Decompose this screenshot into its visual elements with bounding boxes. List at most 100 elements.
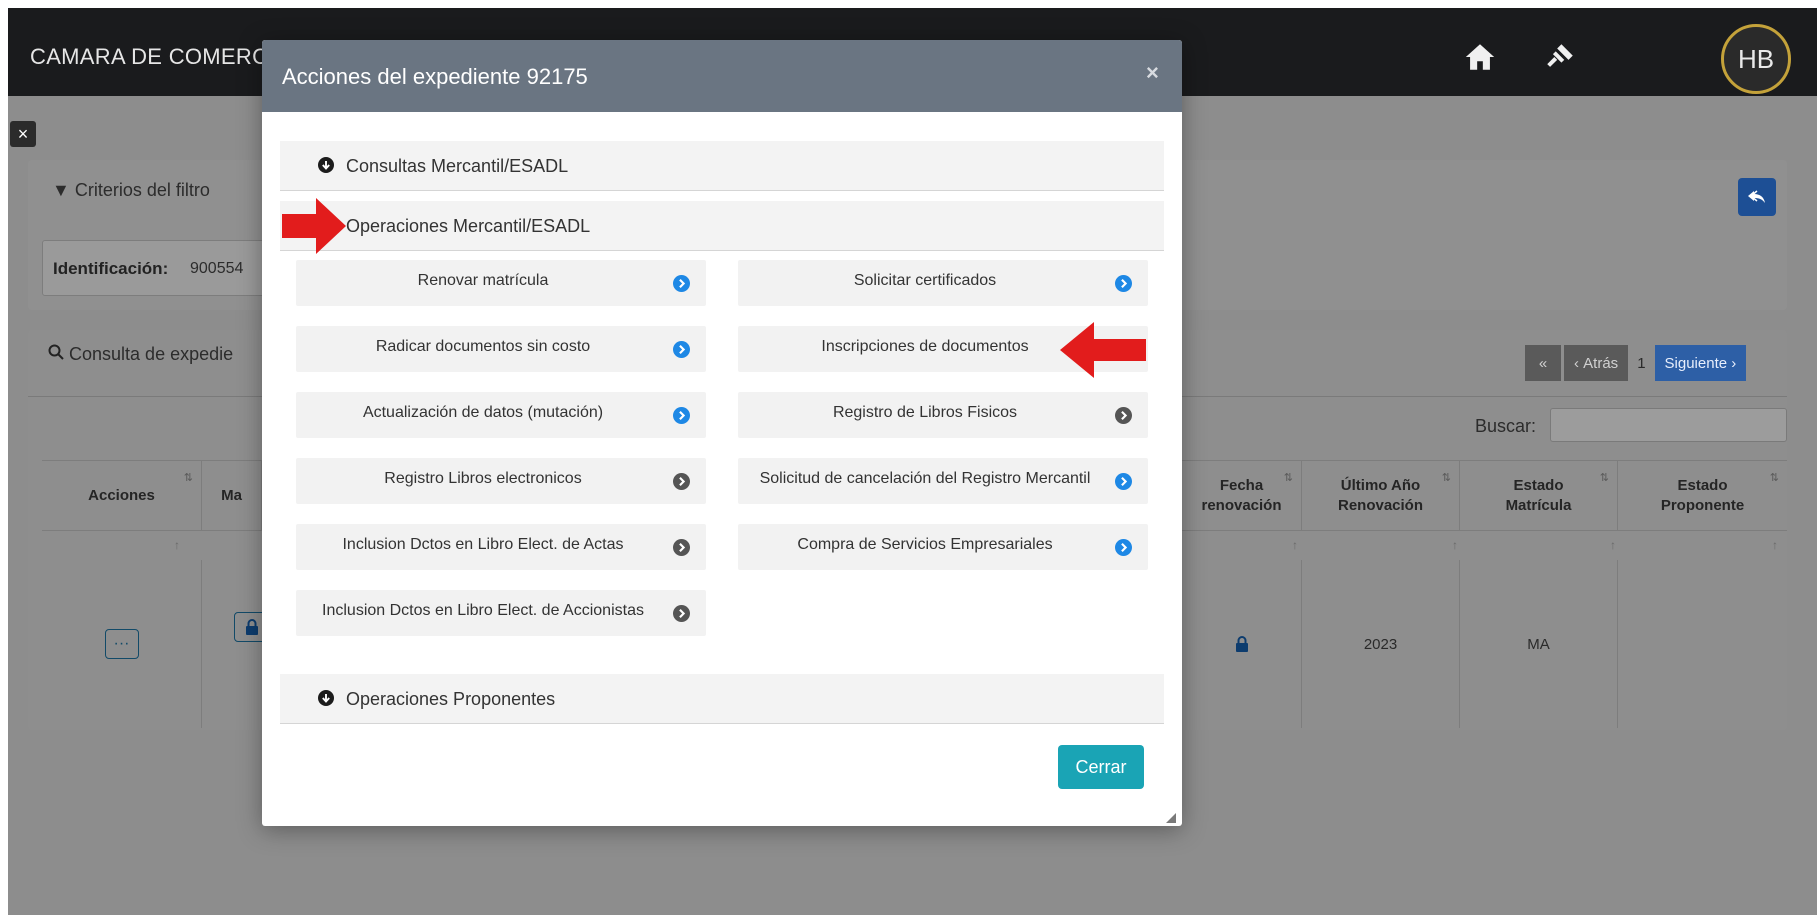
cell-estado-proponente — [1618, 560, 1787, 728]
op-actualizacion-datos[interactable]: Actualización de datos (mutación) — [296, 392, 706, 438]
share-button[interactable] — [1738, 178, 1776, 216]
lock-icon — [1235, 636, 1248, 652]
col-header-fecha-renovacion[interactable]: Fecha renovación ⇅ — [1182, 460, 1302, 530]
chevron-right-circle-icon — [673, 275, 690, 297]
results-card-title-text: Consulta de expedie — [69, 344, 234, 364]
sort-icon: ⇅ — [1599, 472, 1609, 484]
close-panel-button[interactable]: × — [10, 121, 36, 147]
app-title: CAMARA DE COMERCIO — [30, 44, 293, 69]
cell-estado-matricula: MA — [1460, 560, 1618, 728]
previous-page-label: Atrás — [1583, 354, 1619, 372]
circle-arrow-down-icon — [318, 690, 334, 711]
lock-icon — [246, 619, 258, 635]
col-header-estado-matricula[interactable]: Estado Matrícula ⇅ — [1460, 460, 1618, 530]
frame-left — [0, 0, 8, 915]
chevron-right-circle-icon — [673, 539, 690, 561]
filter-icon: ▼ — [52, 180, 70, 200]
search-label: Buscar: — [1475, 416, 1537, 436]
first-page-button[interactable]: « — [1525, 345, 1561, 381]
section-label: Operaciones Mercantil/ESADL — [346, 216, 591, 236]
section-consultas-mercantil[interactable]: Consultas Mercantil/ESADL — [280, 141, 1164, 191]
arrow-up-icon: ↑ — [1610, 538, 1616, 552]
results-card-title: Consulta de expedie — [48, 344, 233, 365]
col-header-matricula[interactable]: Ma — [202, 460, 262, 530]
current-page[interactable]: 1 — [1631, 345, 1651, 381]
arrow-up-icon: ↑ — [174, 538, 180, 552]
op-radicar-documentos[interactable]: Radicar documentos sin costo — [296, 326, 706, 372]
circle-arrow-down-icon — [318, 157, 334, 178]
chevron-right-icon: › — [1727, 354, 1737, 372]
next-page-button[interactable]: Siguiente › — [1654, 345, 1747, 381]
op-label: Registro Libros electronicos — [384, 470, 582, 487]
cell-fecha-renovacion — [1182, 560, 1302, 728]
close-icon: × — [1146, 60, 1159, 85]
chevron-right-circle-icon — [1115, 407, 1132, 429]
sort-icon: ⇅ — [1769, 472, 1779, 484]
cell-ultimo-anio: 2023 — [1302, 560, 1460, 728]
arrow-up-icon: ↑ — [1772, 538, 1778, 552]
op-registro-libros-fisicos[interactable]: Registro de Libros Fisicos — [738, 392, 1148, 438]
identificacion-value: 900554 — [190, 260, 244, 277]
home-icon[interactable] — [1463, 40, 1497, 74]
cerrar-button[interactable]: Cerrar — [1058, 745, 1144, 789]
section-label: Consultas Mercantil/ESADL — [346, 156, 569, 176]
annotation-arrow-right-icon — [282, 198, 346, 259]
modal-header: Acciones del expediente 92175 × — [262, 40, 1182, 112]
reply-all-icon — [1748, 190, 1765, 203]
previous-page-button[interactable]: ‹ Atrás — [1564, 345, 1629, 381]
op-compra-servicios[interactable]: Compra de Servicios Empresariales — [738, 524, 1148, 570]
sort-icon: ⇅ — [1283, 472, 1293, 484]
identificacion-box: Identificación: 900554 — [42, 240, 282, 296]
op-inclusion-libro-accionistas[interactable]: Inclusion Dctos en Libro Elect. de Accio… — [296, 590, 706, 636]
modal-close-button[interactable]: × — [1146, 60, 1159, 86]
op-label: Registro de Libros Fisicos — [832, 404, 1018, 421]
chevron-right-circle-icon — [673, 473, 690, 495]
user-avatar[interactable]: HB — [1721, 24, 1791, 94]
op-registro-libros-electronicos[interactable]: Registro Libros electronicos — [296, 458, 706, 504]
op-label: Inclusion Dctos en Libro Elect. de Actas — [342, 536, 624, 553]
col-header-acciones[interactable]: Acciones ⇅ — [42, 460, 202, 530]
op-renovar-matricula[interactable]: Renovar matrícula — [296, 260, 706, 306]
search-input[interactable] — [1550, 408, 1787, 442]
arrow-up-icon: ↑ — [1292, 538, 1298, 552]
cell-acciones: ··· — [42, 560, 202, 728]
op-label: Actualización de datos (mutación) — [362, 404, 604, 421]
chevron-left-icon: ‹ — [1574, 354, 1584, 372]
sort-icon: ⇅ — [1441, 472, 1451, 484]
chevron-right-circle-icon — [673, 341, 690, 363]
col-header-ultimo-anio[interactable]: Último Año Renovación ⇅ — [1302, 460, 1460, 530]
annotation-arrow-left-icon — [1060, 322, 1146, 383]
sort-icon: ⇅ — [183, 472, 193, 484]
op-solicitar-certificados[interactable]: Solicitar certificados — [738, 260, 1148, 306]
modal-title: Acciones del expediente 92175 — [282, 64, 588, 89]
op-label: Solicitar certificados — [853, 272, 997, 289]
pagination: « ‹ Atrás 1 Siguiente › — [1525, 345, 1747, 381]
expediente-actions-modal: Acciones del expediente 92175 × Consulta… — [262, 40, 1182, 826]
op-label: Solicitud de cancelación del Registro Me… — [759, 470, 1091, 487]
op-label: Inclusion Dctos en Libro Elect. de Accio… — [322, 602, 644, 619]
chevron-right-circle-icon — [673, 407, 690, 429]
section-operaciones-mercantil[interactable]: Operaciones Mercantil/ESADL — [280, 201, 1164, 251]
search-icon — [48, 344, 69, 364]
op-label: Renovar matrícula — [417, 272, 549, 289]
chevron-right-circle-icon — [1115, 539, 1132, 561]
op-label: Radicar documentos sin costo — [375, 338, 591, 355]
chevron-right-circle-icon — [1115, 275, 1132, 297]
op-label: Compra de Servicios Empresariales — [797, 536, 1053, 553]
next-page-label: Siguiente — [1664, 354, 1728, 372]
gavel-icon[interactable] — [1543, 40, 1577, 74]
op-inclusion-libro-actas[interactable]: Inclusion Dctos en Libro Elect. de Actas — [296, 524, 706, 570]
op-label: Inscripciones de documentos — [821, 338, 1029, 355]
section-operaciones-proponentes[interactable]: Operaciones Proponentes — [280, 674, 1164, 724]
filter-card-title: ▼ Criterios del filtro — [52, 180, 210, 201]
chevron-right-circle-icon — [1115, 473, 1132, 495]
section-label: Operaciones Proponentes — [346, 689, 556, 709]
col-header-estado-proponente[interactable]: Estado Proponente ⇅ — [1618, 460, 1787, 530]
frame-top — [0, 0, 1817, 8]
row-actions-button[interactable]: ··· — [104, 629, 139, 659]
resize-grip-icon[interactable] — [1166, 810, 1176, 823]
op-solicitud-cancelacion[interactable]: Solicitud de cancelación del Registro Me… — [738, 458, 1148, 504]
chevron-right-circle-icon — [673, 605, 690, 627]
filter-card-title-text: Criterios del filtro — [74, 180, 210, 200]
identificacion-label: Identificación: — [53, 259, 169, 278]
